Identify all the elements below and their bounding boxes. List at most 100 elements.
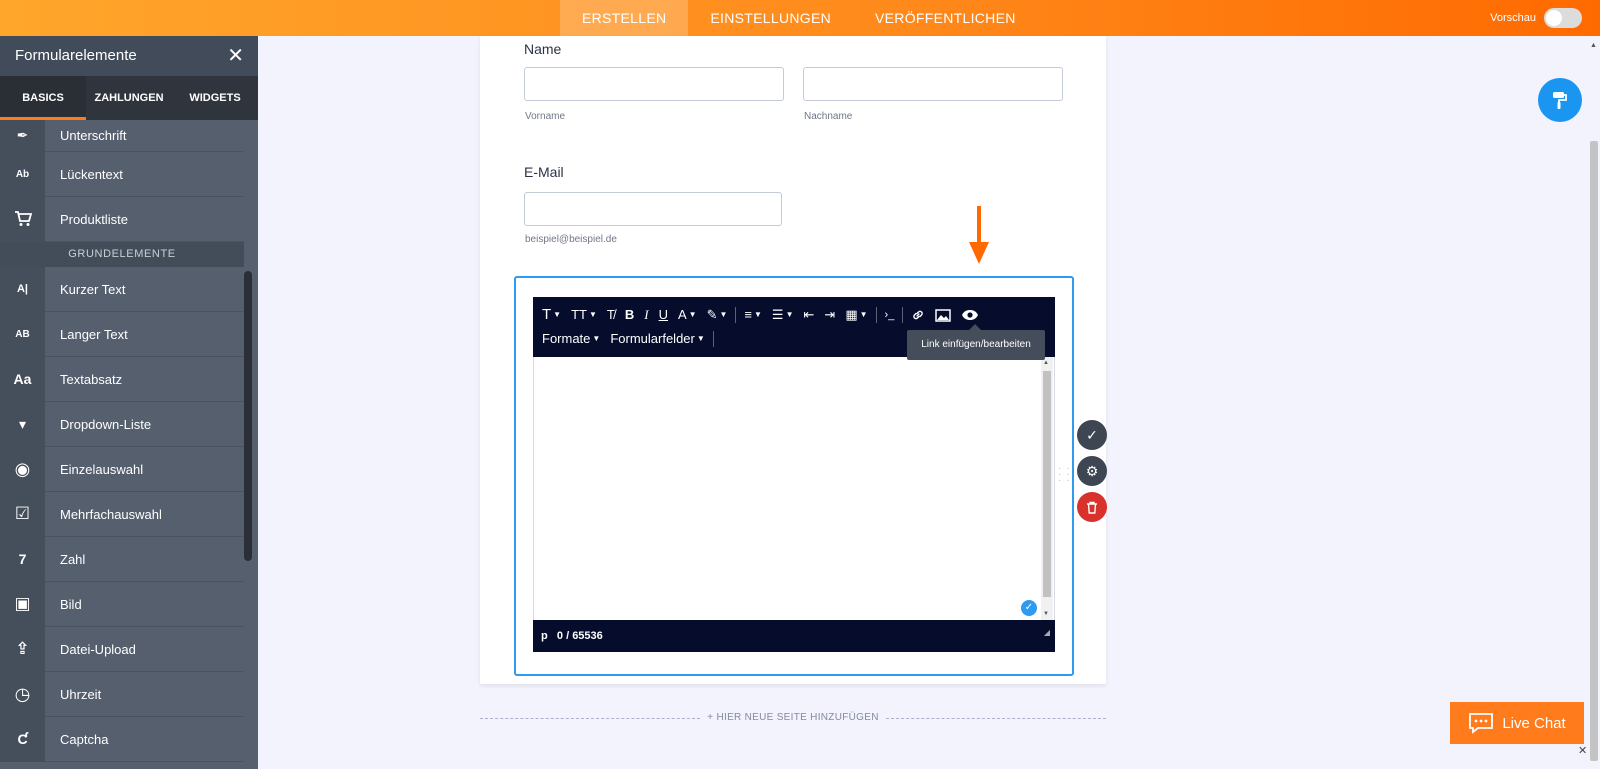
sidebar-scrollbar[interactable] <box>244 271 252 561</box>
form-fields-dropdown[interactable]: Formularfelder ▼ <box>605 329 709 349</box>
sidebar-element-list: ✒ Unterschrift Ab Lückentext Produktlist… <box>0 119 244 762</box>
text-color-button[interactable]: A ▼ <box>673 305 702 325</box>
last-name-sublabel: Nachname <box>804 111 853 122</box>
align-icon: ≡ <box>744 307 752 322</box>
tab-zahlungen[interactable]: ZAHLUNGEN <box>86 76 172 120</box>
code-icon[interactable]: ›_ <box>880 305 900 325</box>
last-name-input[interactable] <box>803 67 1063 101</box>
formats-label: Formate <box>542 331 591 346</box>
highlight-button[interactable]: ✎ ▼ <box>702 305 733 325</box>
sidebar-title: Formularelemente <box>15 47 137 64</box>
scroll-up-icon[interactable]: ▲ <box>1043 360 1049 366</box>
dropdown-icon: ▾ <box>0 401 45 447</box>
sidebar-item-mehrfachauswahl[interactable]: ☑ Mehrfachauswahl <box>0 491 244 537</box>
trash-icon[interactable] <box>1077 492 1107 522</box>
editor-scrollbar-thumb[interactable] <box>1043 371 1051 597</box>
close-icon[interactable]: ✕ <box>227 36 244 76</box>
sidebar-item-label: Kurzer Text <box>60 281 126 297</box>
sidebar-item-label: Zahl <box>60 551 86 567</box>
sidebar-item-datei-upload[interactable]: ⇪ Datei-Upload <box>0 626 244 672</box>
chat-bubble-icon <box>1469 713 1494 734</box>
drag-handle-icon[interactable]: · · · · · · <box>1058 464 1070 486</box>
name-label: Name <box>524 41 562 57</box>
sidebar-item-zahl[interactable]: 7 Zahl <box>0 536 244 582</box>
form-elements-sidebar: Formularelemente ✕ BASICS ZAHLUNGEN WIDG… <box>0 36 258 769</box>
rich-text-editor-field[interactable]: T ▼ TT ▼ T̸ B I U A ▼ ✎ ▼ ≡ ▼ ☰ ▼ ⇤ ⇥ ▦ ▼ ›_ <box>514 276 1074 676</box>
check-icon[interactable]: ✓ <box>1077 420 1107 450</box>
signature-icon: ✒ <box>0 119 45 152</box>
sidebar-item-langer-text[interactable]: AB Langer Text <box>0 311 244 357</box>
character-count: 0 / 65536 <box>556 630 603 642</box>
insert-image-icon[interactable] <box>930 305 956 325</box>
field-actions: ✓ ⚙ <box>1077 420 1107 528</box>
tab-einstellungen[interactable]: EINSTELLUNGEN <box>688 0 853 36</box>
sidebar-item-produktliste[interactable]: Produktliste <box>0 196 244 242</box>
sidebar-item-bild[interactable]: ▣ Bild <box>0 581 244 627</box>
spellcheck-icon[interactable]: ✓ <box>1021 600 1037 616</box>
paint-roller-icon[interactable] <box>1538 78 1582 122</box>
font-family-icon: T <box>542 306 552 323</box>
list-button[interactable]: ☰ ▼ <box>767 305 799 325</box>
captcha-icon: Ƈ <box>0 716 45 762</box>
sidebar-item-dropdown-liste[interactable]: ▾ Dropdown-Liste <box>0 401 244 447</box>
live-chat-button[interactable]: Live Chat <box>1450 702 1584 744</box>
sidebar-item-captcha[interactable]: Ƈ Captcha <box>0 716 244 762</box>
preview-toggle[interactable] <box>1544 8 1582 28</box>
editor-statusbar: p 0 / 65536 ◢ <box>533 620 1055 652</box>
formats-dropdown[interactable]: Formate ▼ <box>537 329 605 349</box>
gear-icon[interactable]: ⚙ <box>1077 456 1107 486</box>
sidebar-item-label: Langer Text <box>60 326 128 342</box>
editor-toolbar-row: T ▼ TT ▼ T̸ B I U A ▼ ✎ ▼ ≡ ▼ ☰ ▼ ⇤ ⇥ ▦ ▼ ›_ <box>537 305 984 325</box>
preview-eye-icon[interactable] <box>956 305 984 325</box>
page-scrollbar[interactable]: ▲ <box>1588 36 1600 769</box>
font-family-button[interactable]: T ▼ <box>537 305 566 325</box>
tab-basics[interactable]: BASICS <box>0 76 86 120</box>
tab-veroeffentlichen[interactable]: VERÖFFENTLICHEN <box>853 0 1038 36</box>
editor-content-area[interactable]: ▲ ▼ ✓ <box>533 357 1055 620</box>
sidebar-item-lueckentext[interactable]: Ab Lückentext <box>0 151 244 197</box>
italic-icon[interactable]: I <box>639 305 653 325</box>
short-text-icon: A| <box>0 266 45 312</box>
toolbar-separator <box>712 331 714 347</box>
font-size-button[interactable]: TT ▼ <box>566 305 602 325</box>
toolbar-separator <box>875 307 877 323</box>
first-name-input[interactable] <box>524 67 784 101</box>
list-icon: ☰ <box>771 307 784 322</box>
outdent-icon[interactable]: ⇤ <box>799 305 820 325</box>
sidebar-item-label: Mehrfachauswahl <box>60 506 162 522</box>
text-color-icon: A <box>677 307 687 322</box>
number-icon: 7 <box>0 536 45 582</box>
bold-icon[interactable]: B <box>620 305 639 325</box>
sidebar-item-label: Bild <box>60 596 82 612</box>
live-chat-label: Live Chat <box>1502 714 1566 732</box>
sidebar-item-einzelauswahl[interactable]: ◉ Einzelauswahl <box>0 446 244 492</box>
editor-scrollbar[interactable]: ▲ ▼ <box>1041 357 1053 620</box>
sidebar-item-uhrzeit[interactable]: ◷ Uhrzeit <box>0 671 244 717</box>
page-scrollbar-thumb[interactable] <box>1590 141 1598 761</box>
image-icon: ▣ <box>0 581 45 627</box>
add-page-link[interactable]: + HIER NEUE SEITE HINZUFÜGEN <box>480 712 1106 726</box>
sidebar-item-kurzer-text[interactable]: A| Kurzer Text <box>0 266 244 312</box>
sidebar-item-label: Lückentext <box>60 166 123 182</box>
tab-erstellen[interactable]: ERSTELLEN <box>560 0 689 36</box>
sidebar-item-textabsatz[interactable]: Aa Textabsatz <box>0 356 244 402</box>
add-page-label: + HIER NEUE SEITE HINZUFÜGEN <box>707 712 879 723</box>
radio-icon: ◉ <box>0 446 45 492</box>
align-button[interactable]: ≡ ▼ <box>739 305 767 325</box>
preview-control: Vorschau <box>1490 8 1582 28</box>
email-input[interactable] <box>524 192 782 226</box>
indent-icon[interactable]: ⇥ <box>819 305 840 325</box>
sidebar-item-label: Produktliste <box>60 211 128 227</box>
clear-format-icon[interactable]: T̸ <box>602 305 620 325</box>
table-button[interactable]: ▦ ▼ <box>840 305 872 325</box>
sidebar-item-unterschrift[interactable]: ✒ Unterschrift <box>0 119 244 152</box>
tab-widgets[interactable]: WIDGETS <box>172 76 258 120</box>
email-sublabel: beispiel@beispiel.de <box>525 234 617 245</box>
scroll-up-icon[interactable]: ▲ <box>1590 42 1597 49</box>
underline-icon[interactable]: U <box>654 305 673 325</box>
form-fields-label: Formularfelder <box>610 331 695 346</box>
resize-handle-icon[interactable]: ◢ <box>1044 617 1050 649</box>
close-icon[interactable]: ✕ <box>1578 744 1587 757</box>
link-icon[interactable] <box>906 305 930 325</box>
fill-blank-icon: Ab <box>0 151 45 197</box>
